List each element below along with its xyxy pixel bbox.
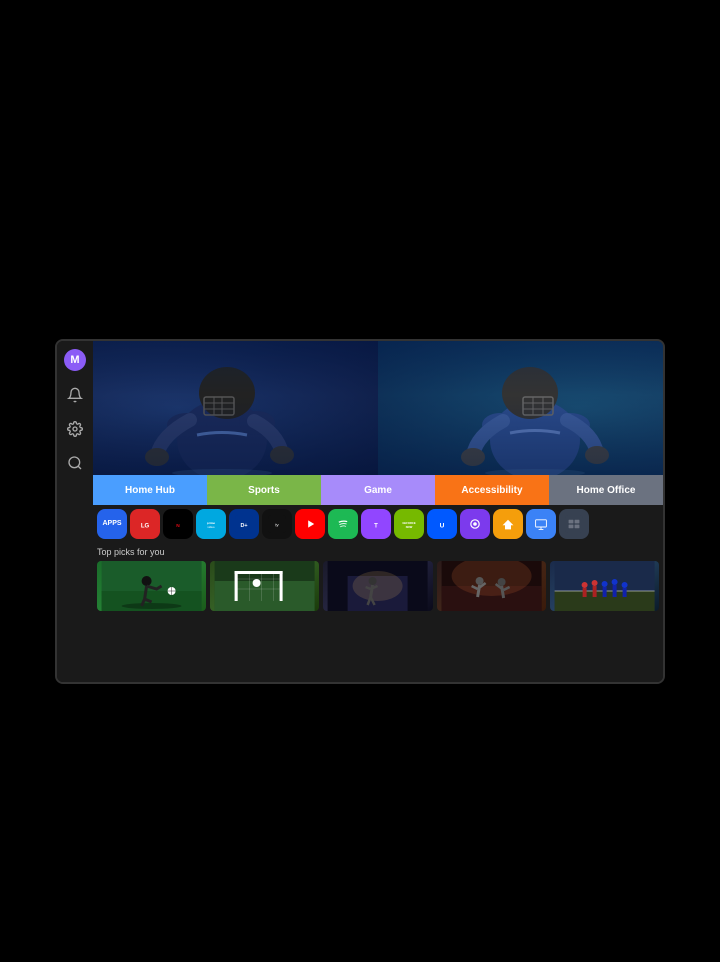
sidebar: M — [57, 341, 93, 682]
app-lg-channels[interactable]: LG — [130, 509, 160, 539]
content-thumb-1[interactable] — [97, 561, 206, 611]
content-thumb-2[interactable] — [210, 561, 319, 611]
svg-text:video: video — [207, 525, 215, 529]
content-thumb-4[interactable] — [437, 561, 546, 611]
content-thumb-3[interactable] — [323, 561, 432, 611]
app-prime-video[interactable]: prime video — [196, 509, 226, 539]
hockey-player-right — [435, 345, 635, 475]
tab-game[interactable]: Game — [321, 475, 435, 505]
settings-icon[interactable] — [65, 419, 85, 439]
app-all-apps[interactable]: APPS — [97, 509, 127, 539]
app-screen-share[interactable] — [526, 509, 556, 539]
section-label: Top picks for you — [97, 547, 659, 557]
app-ubisoft[interactable]: U — [427, 509, 457, 539]
app-twitch[interactable]: T — [361, 509, 391, 539]
app-more[interactable] — [559, 509, 589, 539]
app-home-control[interactable] — [493, 509, 523, 539]
app-netflix[interactable]: N — [163, 509, 193, 539]
tab-home-office[interactable]: Home Office — [549, 475, 663, 505]
content-grid — [97, 561, 659, 611]
tab-accessibility[interactable]: Accessibility — [435, 475, 549, 505]
nav-tabs: Home Hub Sports Game Accessibility Home … — [93, 475, 663, 505]
app-apple-tv[interactable]: tv — [262, 509, 292, 539]
svg-text:NOW: NOW — [406, 525, 413, 529]
hero-banner — [93, 341, 663, 476]
content-thumb-5[interactable] — [550, 561, 659, 611]
svg-text:GEFORCE: GEFORCE — [402, 521, 415, 525]
search-icon[interactable] — [65, 453, 85, 473]
app-circle[interactable] — [460, 509, 490, 539]
svg-text:LG: LG — [141, 523, 150, 529]
user-avatar[interactable]: M — [64, 349, 86, 371]
hockey-player-left — [122, 345, 322, 475]
app-geforce-now[interactable]: GEFORCE NOW — [394, 509, 424, 539]
apps-row: APPS LG N prime vid — [93, 505, 663, 543]
svg-text:D+: D+ — [240, 523, 247, 529]
app-youtube[interactable] — [295, 509, 325, 539]
svg-text:T: T — [374, 523, 378, 529]
content-section: Top picks for you — [93, 543, 663, 682]
tab-home-hub[interactable]: Home Hub — [93, 475, 207, 505]
bell-icon[interactable] — [65, 385, 85, 405]
svg-text:prime: prime — [207, 521, 216, 525]
svg-text:N: N — [176, 523, 180, 529]
tv-screen: M — [55, 339, 665, 684]
svg-text:U: U — [440, 523, 445, 530]
app-disney-plus[interactable]: D+ — [229, 509, 259, 539]
main-content: Home Hub Sports Game Accessibility Home … — [93, 341, 663, 682]
tab-sports[interactable]: Sports — [207, 475, 321, 505]
app-spotify[interactable] — [328, 509, 358, 539]
